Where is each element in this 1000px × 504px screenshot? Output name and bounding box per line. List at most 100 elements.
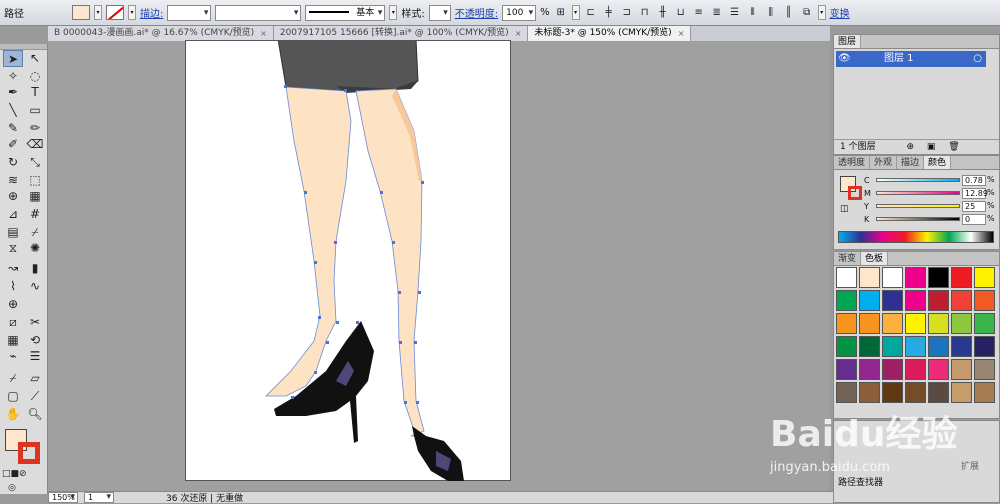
knife-tool-icon[interactable]: ⟋ (25, 388, 45, 405)
type-tool-icon[interactable]: T (25, 84, 45, 101)
value-y[interactable]: 25 (962, 201, 986, 212)
path-tool-icon[interactable]: ⌁ (3, 348, 23, 365)
recolor-dropdown[interactable]: ▾ (571, 5, 580, 20)
pencil-tool-icon[interactable]: ✏ (25, 120, 45, 137)
tab-color[interactable]: 颜色 (924, 156, 952, 169)
stroke-none-swatch[interactable] (106, 5, 124, 20)
swatch[interactable] (928, 290, 949, 311)
stroke-swatch[interactable] (848, 186, 862, 200)
brush-style-select[interactable]: 基本 (305, 4, 386, 21)
tab-appearance[interactable]: 外观 (870, 156, 898, 169)
swatch[interactable] (974, 359, 995, 380)
close-icon[interactable]: × (678, 26, 685, 41)
swatch[interactable] (905, 267, 926, 288)
pen-tool-icon[interactable]: ✒ (3, 84, 23, 101)
swatch[interactable] (836, 267, 857, 288)
eyedropper-tool-icon[interactable]: ⌿ (25, 224, 45, 241)
graphic-style-select[interactable] (428, 4, 451, 21)
distribute-right-icon[interactable]: ║ (782, 6, 796, 20)
swatch[interactable] (951, 290, 972, 311)
gradient-tool-icon[interactable]: ▤ (3, 224, 23, 241)
grid-tool-icon[interactable]: ▦ (3, 332, 23, 349)
opacity-label[interactable]: 不透明度: (455, 5, 498, 20)
swatch[interactable] (951, 359, 972, 380)
close-icon[interactable]: × (260, 26, 267, 41)
layer-row[interactable]: 👁︎ 图层 1 ○ (836, 51, 986, 67)
swatch[interactable] (859, 313, 880, 334)
color-spectrum[interactable] (838, 231, 994, 243)
warp-tool-icon[interactable]: ≋ (3, 172, 23, 189)
expand-button[interactable]: 扩展 (961, 459, 979, 472)
swatch[interactable] (859, 267, 880, 288)
curvature-tool-icon[interactable]: ∿ (25, 278, 45, 295)
rectangle-select-icon[interactable]: ▢ (3, 388, 23, 405)
slider-k[interactable] (876, 217, 960, 221)
close-icon[interactable]: × (515, 26, 522, 41)
distribute-left-icon[interactable]: ⫴ (746, 6, 760, 20)
zoom-tool-icon[interactable]: 🔍︎ (25, 406, 45, 423)
swatch[interactable] (859, 290, 880, 311)
transform-link[interactable]: 变换 (830, 5, 850, 20)
canvas-area[interactable] (48, 38, 830, 491)
tab-swatches[interactable]: 色板 (861, 252, 889, 265)
blob-brush-tool-icon[interactable]: ✐ (3, 136, 23, 153)
swatch[interactable] (905, 290, 926, 311)
swatch[interactable] (951, 267, 972, 288)
swatch[interactable] (836, 359, 857, 380)
swatch[interactable] (974, 267, 995, 288)
swatch[interactable] (859, 359, 880, 380)
stroke-dropdown[interactable]: ▾ (128, 5, 136, 20)
magic-wand-tool-icon[interactable]: ✧ (3, 68, 23, 85)
measure-tool-icon[interactable]: ▱ (25, 370, 45, 387)
cube-icon[interactable]: ◫ (840, 204, 849, 214)
swatch[interactable] (836, 382, 857, 403)
swatch[interactable] (928, 336, 949, 357)
paintbrush-tool-icon[interactable]: ✎ (3, 120, 23, 137)
zoom-select[interactable]: 150% (48, 492, 78, 503)
swatch[interactable] (974, 290, 995, 311)
isolate-icon[interactable]: ⧉ (800, 6, 814, 20)
eraser-tool-icon[interactable]: ⌫ (25, 136, 45, 153)
distribute-bottom-icon[interactable]: ☰ (728, 6, 742, 20)
legs-illustration[interactable] (186, 38, 512, 482)
tab-transparency[interactable]: 透明度 (834, 156, 871, 169)
swatch[interactable] (882, 267, 903, 288)
artboard-tool-icon[interactable]: ⊕ (3, 296, 23, 313)
value-m[interactable]: 12.89 (962, 188, 988, 199)
new-layer-icon[interactable]: ▣ (927, 142, 936, 152)
eyedropper-icon[interactable]: ⌿ (3, 370, 23, 387)
width-tool-icon[interactable]: ↝ (3, 260, 23, 277)
scissors-tool-icon[interactable]: ✂ (25, 314, 45, 331)
stroke-color-swatch[interactable] (18, 442, 40, 464)
distribute-top-icon[interactable]: ≡ (692, 6, 706, 20)
stroke-label[interactable]: 描边: (140, 5, 163, 20)
swatch[interactable] (974, 382, 995, 403)
stroke-weight-select[interactable] (167, 4, 212, 21)
list-tool-icon[interactable]: ☰ (25, 348, 45, 365)
swatch[interactable] (928, 313, 949, 334)
slider-c[interactable] (876, 178, 960, 182)
fill-dropdown[interactable]: ▾ (94, 5, 102, 20)
swatch[interactable] (882, 359, 903, 380)
swatch[interactable] (882, 382, 903, 403)
distribute-center-icon[interactable]: ⫼ (764, 6, 778, 20)
fill-color-swatch[interactable] (72, 5, 90, 20)
slider-y[interactable] (876, 204, 960, 208)
hand-tool-icon[interactable]: ✋ (3, 406, 23, 423)
swatch[interactable] (905, 313, 926, 334)
swatch[interactable] (951, 336, 972, 357)
align-bottom-icon[interactable]: ⊔ (674, 6, 688, 20)
column-graph-tool-icon[interactable]: ▮ (25, 260, 45, 277)
rectangle-tool-icon[interactable]: ▭ (25, 102, 45, 119)
swatch[interactable] (974, 336, 995, 357)
scale-tool-icon[interactable]: ⤡ (25, 154, 45, 171)
tab-document-2[interactable]: 2007917105 15666 [转换].ai* @ 100% (CMYK/预… (273, 26, 529, 41)
value-c[interactable]: 0.78 (962, 175, 986, 186)
anchor-point-tool-icon[interactable]: ⌇ (3, 278, 23, 295)
distribute-middle-icon[interactable]: ≣ (710, 6, 724, 20)
swatch[interactable] (859, 382, 880, 403)
target-icon[interactable]: ○ (973, 51, 982, 67)
align-top-icon[interactable]: ⊓ (638, 6, 652, 20)
swatch[interactable] (836, 290, 857, 311)
align-right-icon[interactable]: ⊐ (620, 6, 634, 20)
